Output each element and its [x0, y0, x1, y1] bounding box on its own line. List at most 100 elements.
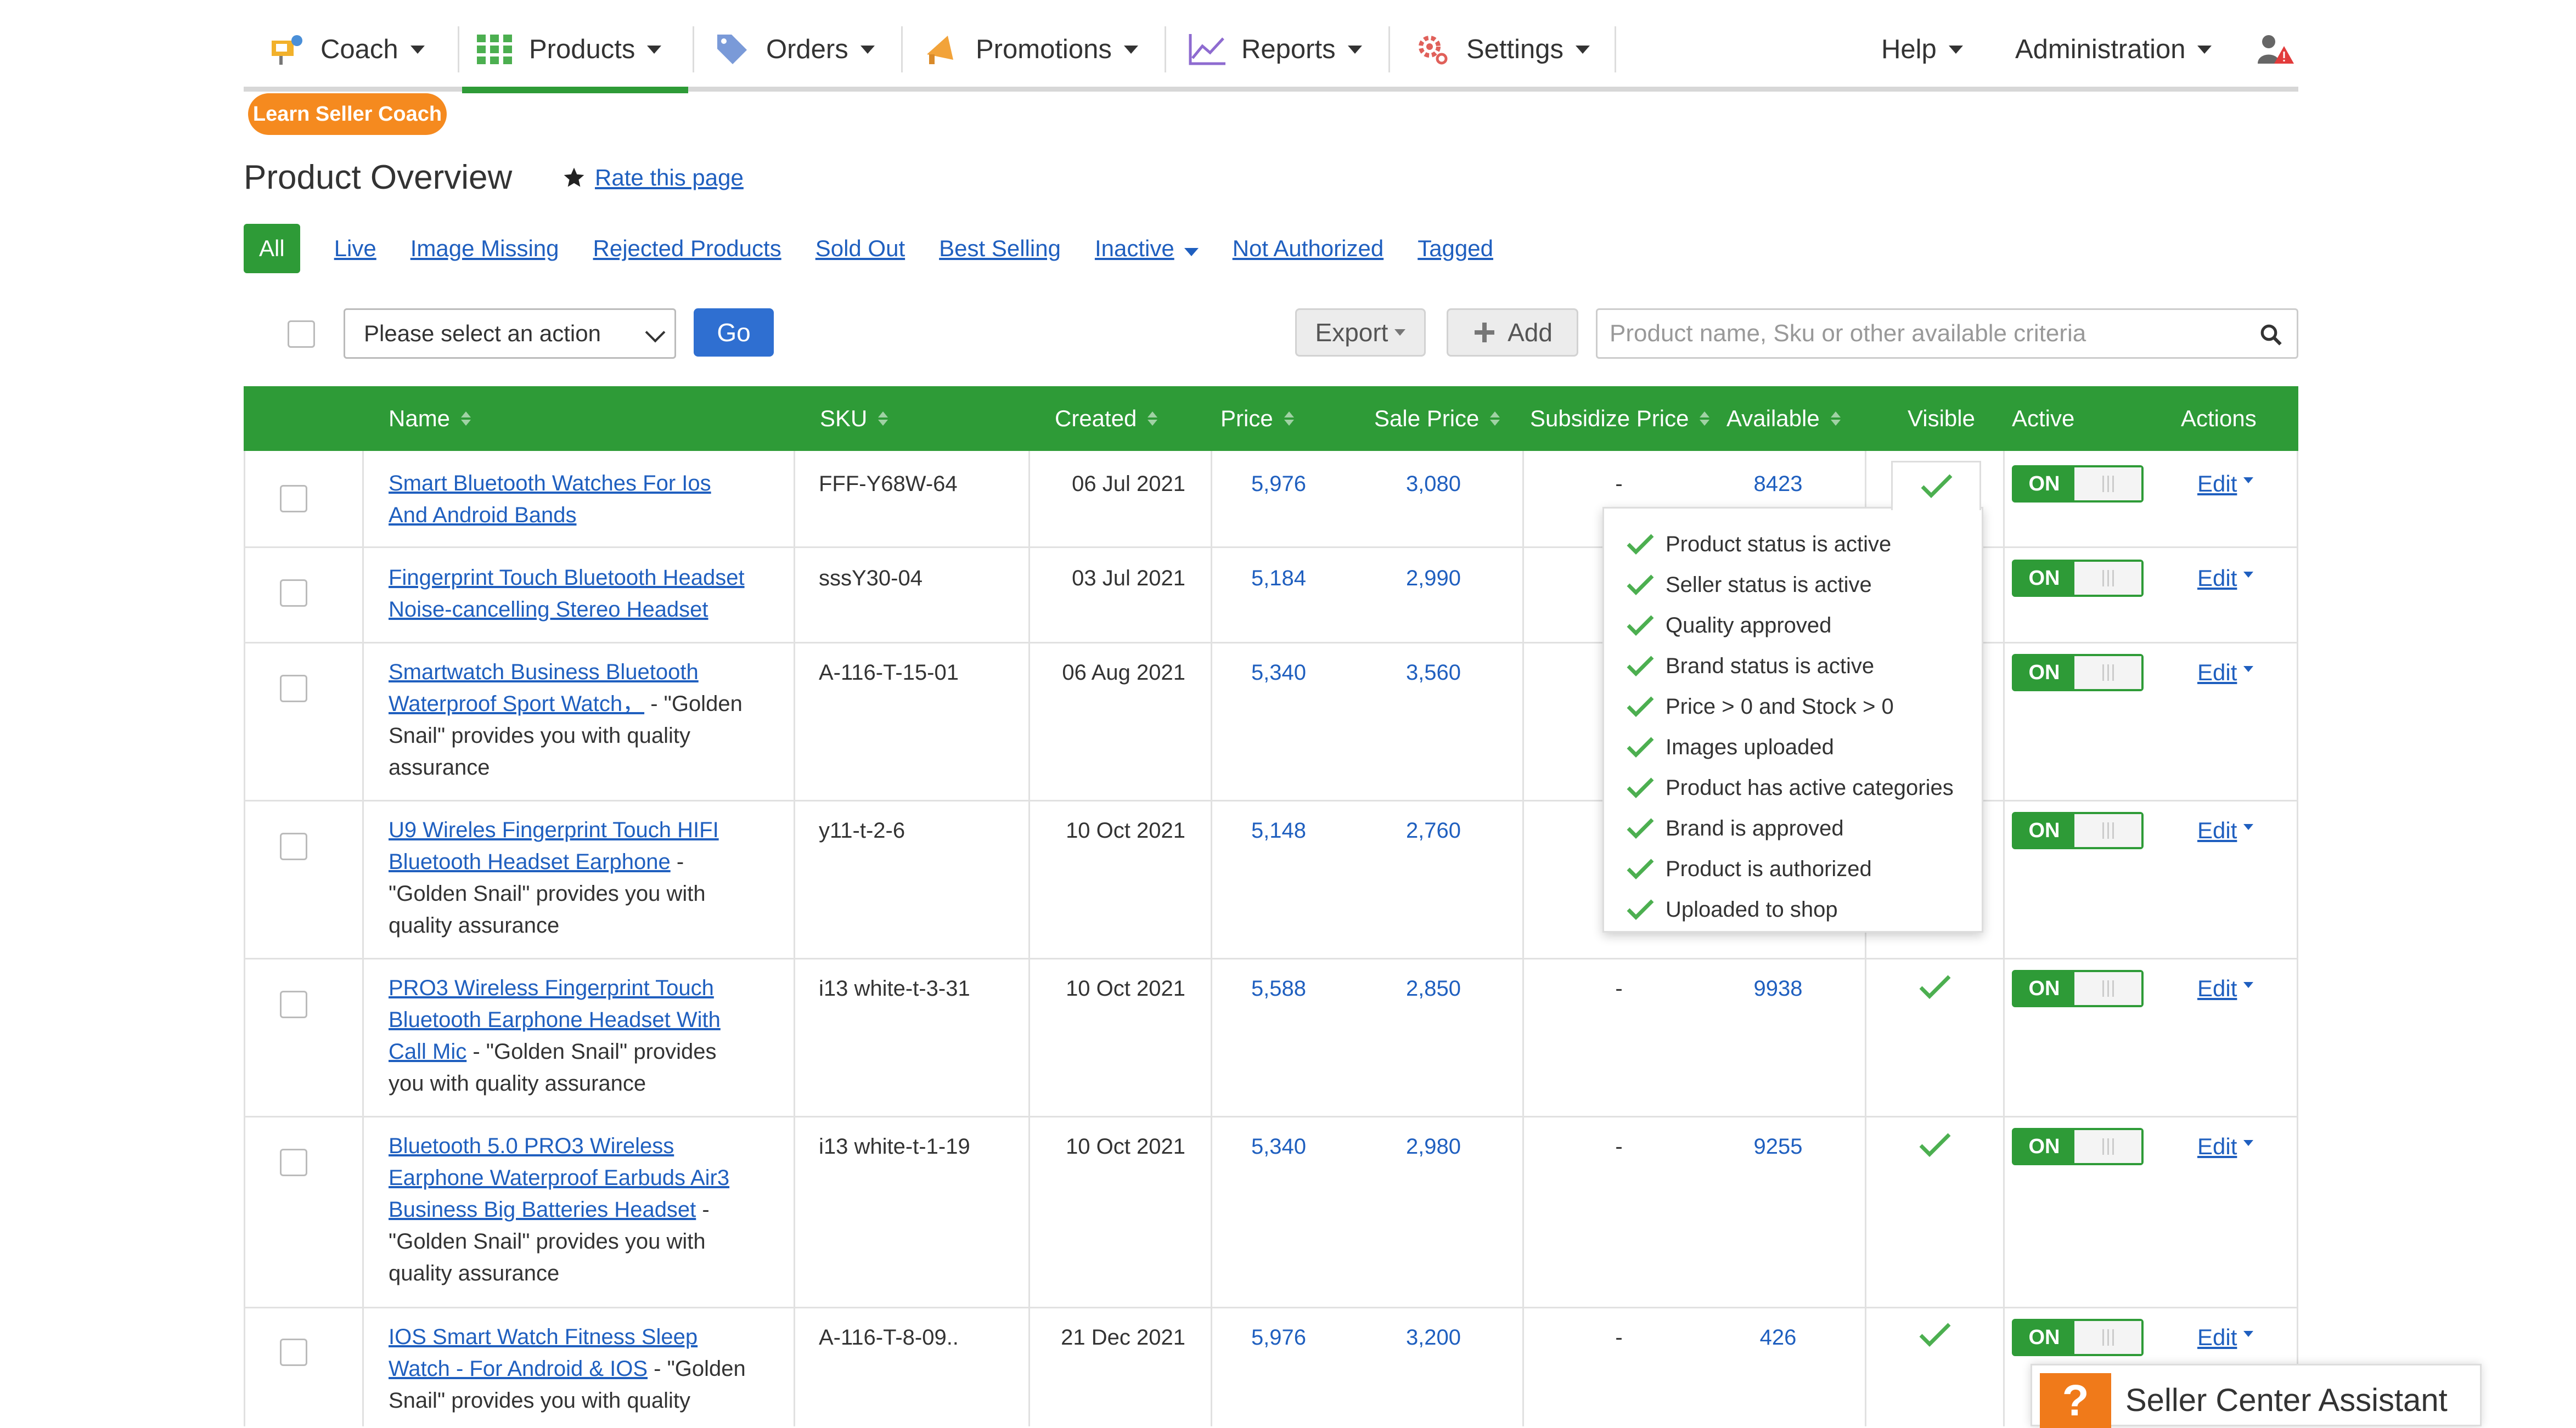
- active-toggle[interactable]: ON: [2012, 970, 2144, 1007]
- visible-check-icon[interactable]: [1919, 1132, 1951, 1158]
- col-created[interactable]: Created: [1055, 386, 1158, 451]
- row-checkbox[interactable]: [280, 1149, 307, 1176]
- nav-help[interactable]: Help: [1881, 16, 1963, 82]
- product-link[interactable]: Watch - For Android & IOS: [389, 1357, 648, 1381]
- export-button[interactable]: Export: [1295, 308, 1426, 357]
- toggle-knob: [2074, 814, 2141, 847]
- product-link[interactable]: Smartwatch Business Bluetooth: [389, 660, 699, 684]
- list-item: Price > 0 and Stock > 0: [1604, 686, 1982, 727]
- col-price[interactable]: Price: [1220, 386, 1294, 451]
- product-link[interactable]: Bluetooth Headset Earphone: [389, 850, 671, 874]
- tab-live[interactable]: Live: [334, 235, 376, 262]
- product-link[interactable]: IOS Smart Watch Fitness Sleep: [389, 1325, 698, 1349]
- price-value[interactable]: 5,340: [1229, 661, 1328, 685]
- tab-rejected-products[interactable]: Rejected Products: [593, 235, 781, 262]
- product-search-input[interactable]: Product name, Sku or other available cri…: [1596, 308, 2298, 359]
- edit-dropdown[interactable]: Edit: [2197, 975, 2254, 1002]
- product-link[interactable]: PRO3 Wireless Fingerprint Touch: [389, 976, 714, 1000]
- visible-check-icon[interactable]: [1919, 974, 1951, 1000]
- edit-dropdown[interactable]: Edit: [2197, 659, 2254, 686]
- user-alert-icon[interactable]: [2257, 33, 2295, 66]
- select-all-checkbox[interactable]: [288, 320, 315, 348]
- nav-orders[interactable]: Orders: [712, 16, 875, 82]
- col-available[interactable]: Available: [1726, 386, 1841, 451]
- tab-inactive[interactable]: Inactive: [1095, 235, 1199, 262]
- available-value[interactable]: 8423: [1729, 472, 1827, 496]
- nav-settings[interactable]: Settings: [1413, 16, 1590, 82]
- row-checkbox[interactable]: [280, 485, 307, 512]
- nav-coach[interactable]: Coach: [267, 16, 425, 82]
- active-toggle[interactable]: ON: [2012, 1128, 2144, 1165]
- active-toggle[interactable]: ON: [2012, 465, 2144, 503]
- col-sale-price[interactable]: Sale Price: [1374, 386, 1500, 451]
- go-button[interactable]: Go: [694, 308, 774, 357]
- nav-reports[interactable]: Reports: [1188, 16, 1362, 82]
- tab-sold-out[interactable]: Sold Out: [815, 235, 905, 262]
- seller-center-assistant[interactable]: ? Seller Center Assistant: [2031, 1364, 2482, 1428]
- col-name[interactable]: Name: [389, 386, 471, 451]
- active-toggle[interactable]: ON: [2012, 812, 2144, 849]
- price-value[interactable]: 5,976: [1229, 472, 1328, 496]
- available-value[interactable]: 426: [1729, 1325, 1827, 1350]
- column-divider: [2003, 451, 2005, 1426]
- col-sku[interactable]: SKU: [820, 386, 888, 451]
- rate-page-label[interactable]: Rate this page: [595, 165, 744, 191]
- product-link[interactable]: Fingerprint Touch Bluetooth Headset: [389, 566, 745, 590]
- tab-best-selling[interactable]: Best Selling: [939, 235, 1061, 262]
- product-link[interactable]: Waterproof Sport Watch，: [389, 692, 644, 716]
- product-link[interactable]: Business Big Batteries Headset: [389, 1198, 696, 1222]
- sale-price-value[interactable]: 3,560: [1372, 661, 1495, 685]
- edit-dropdown[interactable]: Edit: [2197, 565, 2254, 591]
- price-value[interactable]: 5,148: [1229, 819, 1328, 843]
- product-link[interactable]: Noise-cancelling Stereo Headset: [389, 597, 708, 622]
- edit-dropdown[interactable]: Edit: [2197, 1324, 2254, 1351]
- row-checkbox[interactable]: [280, 1339, 307, 1366]
- product-link[interactable]: Earphone Waterproof Earbuds Air3: [389, 1166, 729, 1190]
- visible-check-icon[interactable]: [1919, 1322, 1951, 1347]
- learn-seller-coach-button[interactable]: Learn Seller Coach: [248, 93, 447, 135]
- available-value[interactable]: 9938: [1729, 977, 1827, 1001]
- product-link[interactable]: Bluetooth Earphone Headset With: [389, 1008, 721, 1032]
- sort-icon: [1148, 411, 1158, 426]
- add-button[interactable]: Add: [1447, 308, 1578, 357]
- search-icon[interactable]: [2259, 323, 2282, 346]
- sale-price-value[interactable]: 2,980: [1372, 1135, 1495, 1159]
- active-toggle[interactable]: ON: [2012, 654, 2144, 691]
- price-value[interactable]: 5,340: [1229, 1135, 1328, 1159]
- price-value[interactable]: 5,184: [1229, 566, 1328, 591]
- price-value[interactable]: 5,588: [1229, 977, 1328, 1001]
- product-link[interactable]: Bluetooth 5.0 PRO3 Wireless: [389, 1134, 674, 1158]
- product-link[interactable]: Call Mic: [389, 1040, 466, 1064]
- edit-dropdown[interactable]: Edit: [2197, 1133, 2254, 1160]
- tab-image-missing[interactable]: Image Missing: [410, 235, 559, 262]
- product-link[interactable]: And Android Bands: [389, 503, 576, 527]
- sale-price-value[interactable]: 2,760: [1372, 819, 1495, 843]
- nav-promotions[interactable]: Promotions: [922, 16, 1138, 82]
- product-link[interactable]: Smart Bluetooth Watches For Ios: [389, 471, 711, 495]
- edit-dropdown[interactable]: Edit: [2197, 817, 2254, 844]
- row-checkbox[interactable]: [280, 991, 307, 1018]
- nav-products[interactable]: Products: [475, 16, 662, 82]
- sale-price-value[interactable]: 2,850: [1372, 977, 1495, 1001]
- sale-price-value[interactable]: 2,990: [1372, 566, 1495, 591]
- rate-page-link[interactable]: Rate this page: [562, 165, 744, 191]
- visible-check-icon[interactable]: [1920, 473, 1953, 499]
- active-toggle[interactable]: ON: [2012, 560, 2144, 597]
- nav-administration[interactable]: Administration: [2015, 16, 2212, 82]
- price-value[interactable]: 5,976: [1229, 1325, 1328, 1350]
- tab-all[interactable]: All: [244, 224, 300, 273]
- product-link[interactable]: U9 Wireles Fingerprint Touch HIFI: [389, 818, 719, 842]
- visible-cell-hovered[interactable]: [1891, 461, 1981, 510]
- row-checkbox[interactable]: [280, 833, 307, 860]
- bulk-action-select[interactable]: Please select an action: [344, 308, 676, 359]
- sale-price-value[interactable]: 3,080: [1372, 472, 1495, 496]
- row-checkbox[interactable]: [280, 579, 307, 607]
- tab-tagged[interactable]: Tagged: [1418, 235, 1493, 262]
- row-checkbox[interactable]: [280, 675, 307, 702]
- tab-not-authorized[interactable]: Not Authorized: [1233, 235, 1384, 262]
- col-subsidize-price[interactable]: Subsidize Price: [1530, 386, 1710, 451]
- edit-dropdown[interactable]: Edit: [2197, 471, 2254, 497]
- available-value[interactable]: 9255: [1729, 1135, 1827, 1159]
- sale-price-value[interactable]: 3,200: [1372, 1325, 1495, 1350]
- active-toggle[interactable]: ON: [2012, 1319, 2144, 1356]
